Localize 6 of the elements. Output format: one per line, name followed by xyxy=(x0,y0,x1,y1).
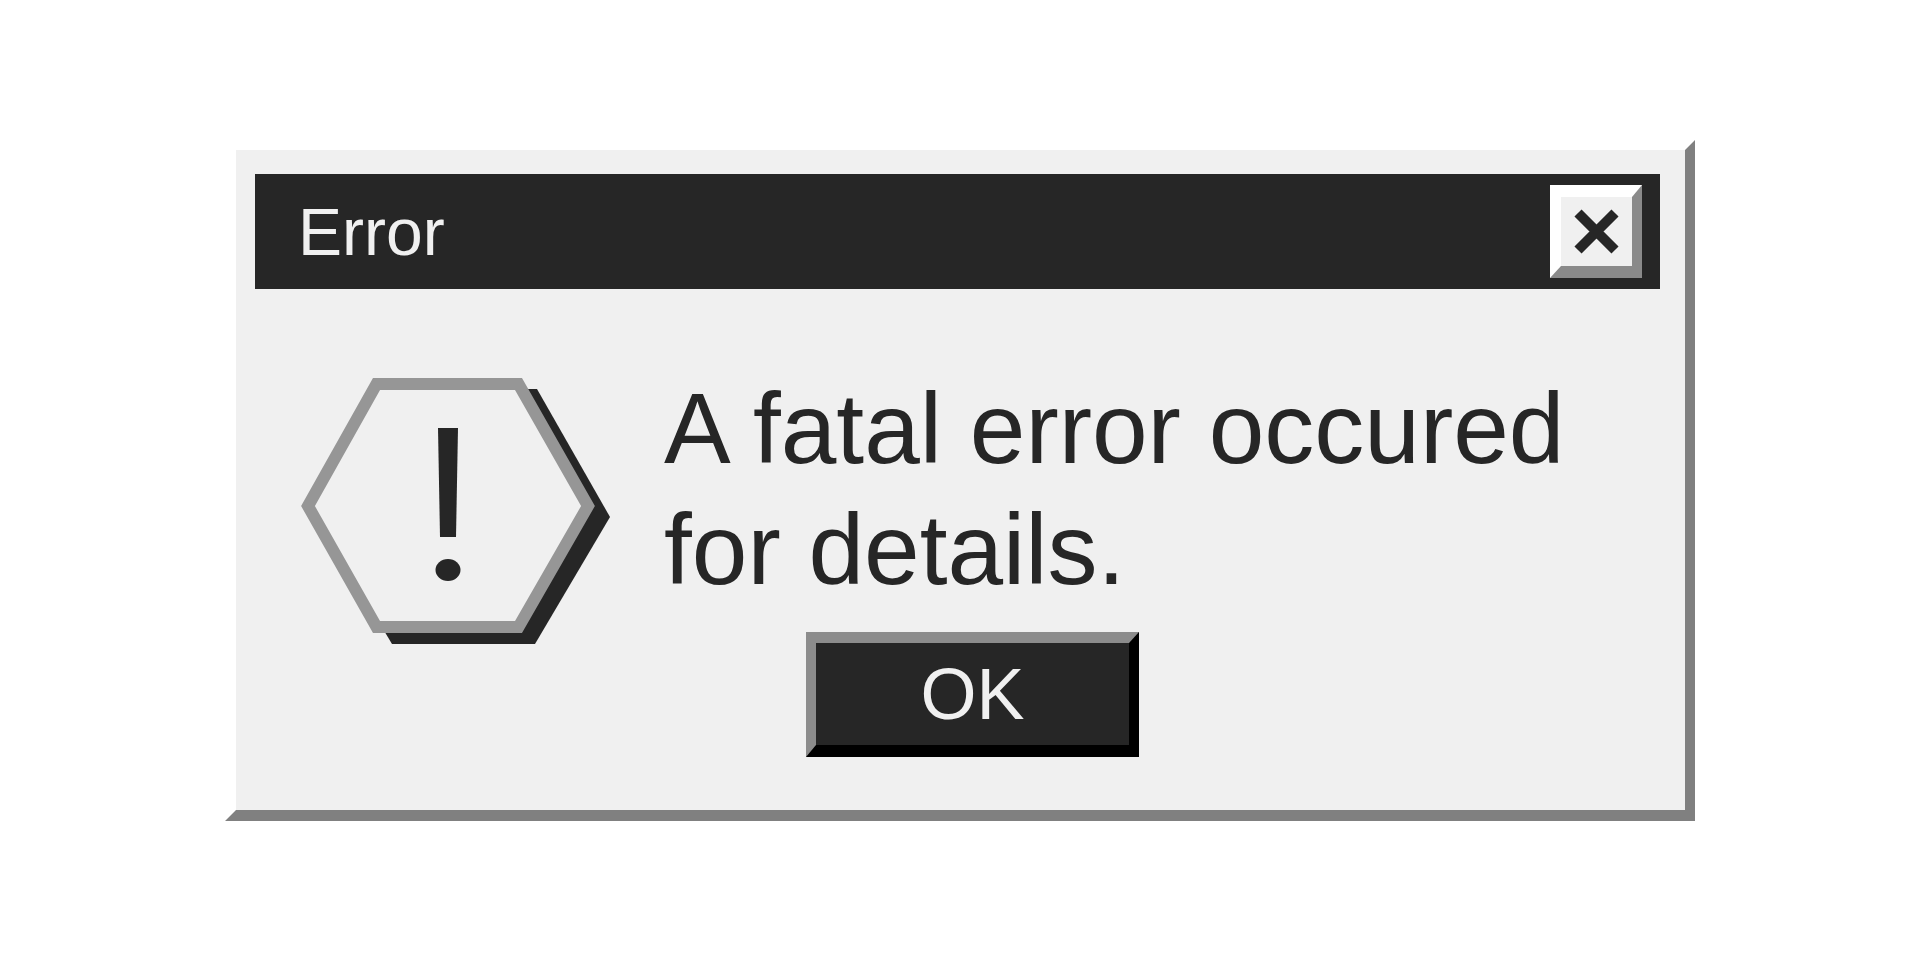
warning-hexagon-icon xyxy=(301,378,610,644)
ok-button[interactable]: OK xyxy=(806,632,1139,757)
error-message: A fatal error occured for details. xyxy=(664,371,1566,607)
window-title: Error xyxy=(298,198,445,265)
close-button[interactable] xyxy=(1550,185,1642,278)
close-icon xyxy=(1574,209,1619,254)
